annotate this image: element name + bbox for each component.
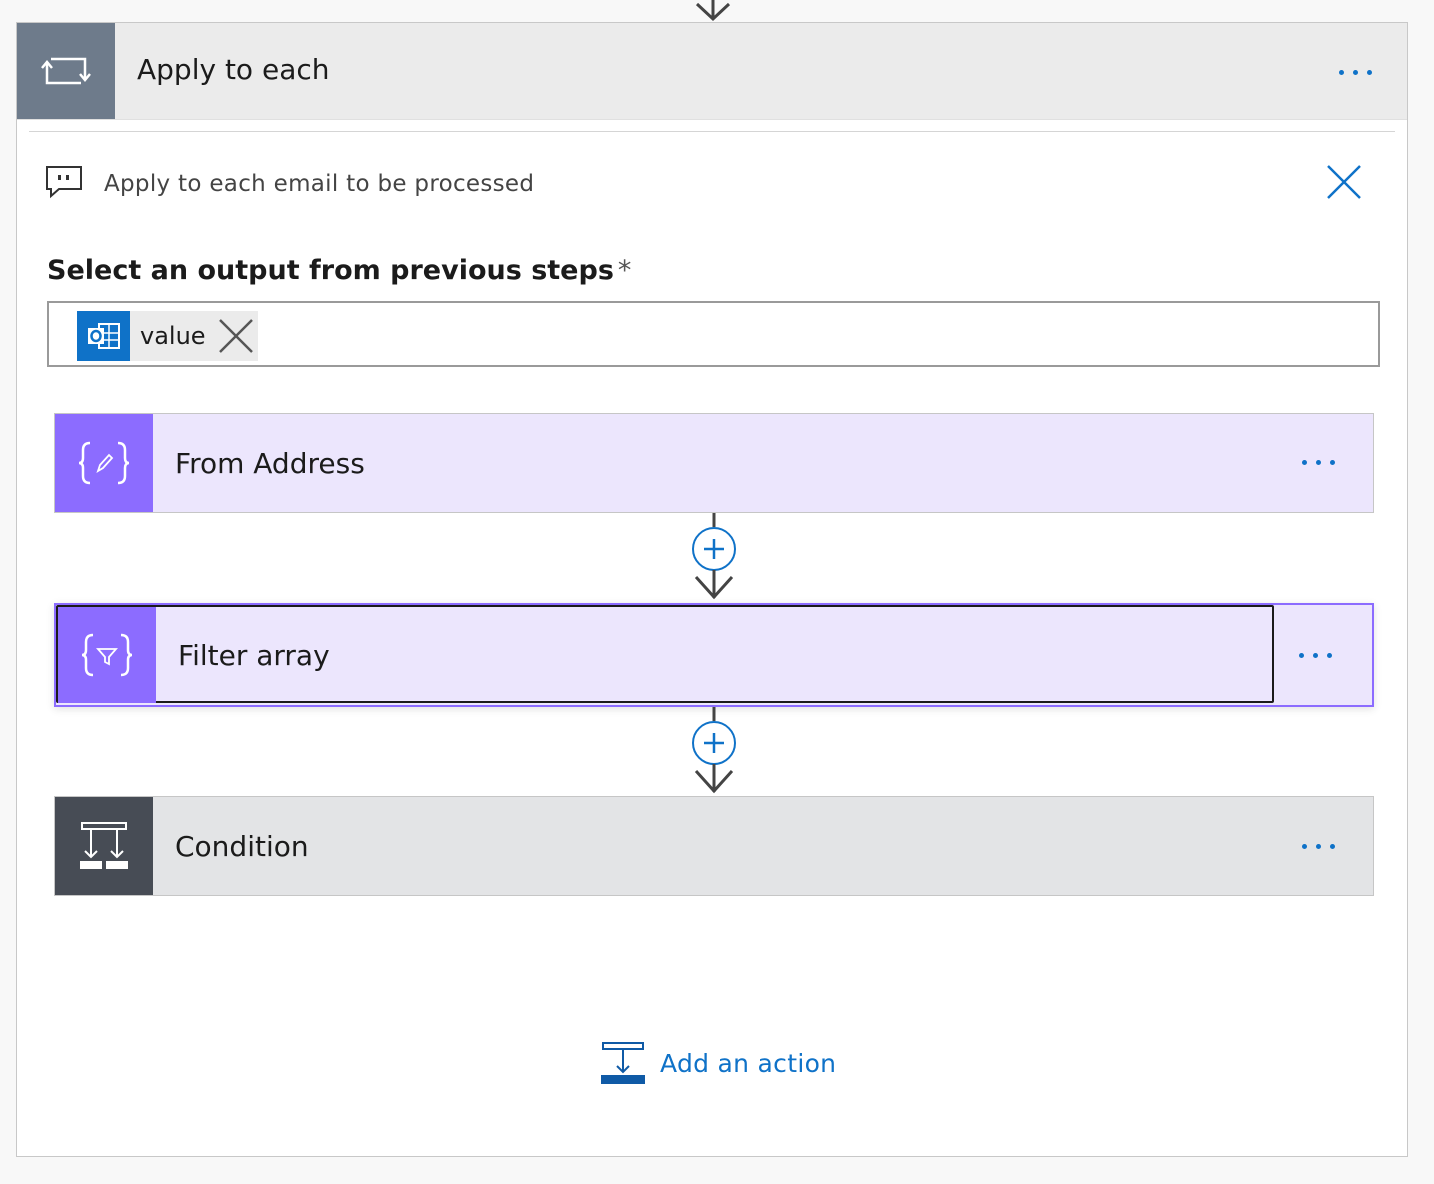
from-address-more-options-button[interactable] [1302, 460, 1335, 465]
add-action-label: Add an action [660, 1048, 837, 1078]
filter-icon [81, 633, 133, 677]
dot-icon [1327, 653, 1332, 658]
action-card-filter-array[interactable]: Filter array [54, 603, 1374, 707]
value-token[interactable]: value [77, 311, 258, 361]
dot-icon [1302, 844, 1307, 849]
condition-more-options-button[interactable] [1302, 844, 1335, 849]
action-card-from-address[interactable]: From Address [54, 413, 1374, 513]
filter-array-more-options-button[interactable] [1299, 653, 1332, 658]
dot-icon [1299, 653, 1304, 658]
add-an-action-button[interactable]: Add an action [600, 1038, 836, 1088]
close-comment-icon[interactable] [1325, 163, 1363, 201]
incoming-arrow-icon [695, 0, 731, 22]
insert-step-plus-icon[interactable] [692, 527, 736, 571]
output-field-label: Select an output from previous steps * [47, 255, 631, 286]
action-title: Condition [175, 830, 309, 863]
apply-to-each-card: Apply to each Apply to each email to be … [16, 22, 1408, 1157]
token-label: value [140, 322, 206, 350]
dot-icon [1313, 653, 1318, 658]
remove-token-icon[interactable] [218, 318, 254, 354]
dot-icon [1353, 70, 1358, 75]
loop-icon [41, 57, 91, 85]
insert-step-connector [692, 513, 736, 600]
dot-icon [1316, 844, 1321, 849]
compose-icon [78, 441, 130, 485]
header-divider [29, 131, 1395, 132]
output-field-input[interactable]: value [47, 301, 1380, 367]
condition-icon-box [55, 797, 153, 895]
filter-icon-box [58, 607, 156, 703]
loop-more-options-button[interactable] [1339, 70, 1372, 75]
dot-icon [1302, 460, 1307, 465]
action-title: From Address [175, 447, 365, 480]
action-title: Filter array [178, 639, 330, 672]
output-field-label-text: Select an output from previous steps [47, 255, 614, 286]
insert-step-connector [692, 707, 736, 794]
compose-icon-box [55, 414, 153, 512]
dot-icon [1367, 70, 1372, 75]
insert-step-plus-icon[interactable] [692, 721, 736, 765]
dot-icon [1330, 844, 1335, 849]
outlook-icon [77, 311, 130, 361]
dot-icon [1330, 460, 1335, 465]
condition-icon [80, 822, 128, 869]
required-mark: * [617, 255, 632, 286]
dot-icon [1339, 70, 1344, 75]
apply-to-each-header[interactable]: Apply to each [17, 23, 1407, 120]
comment-row: Apply to each email to be processed [45, 163, 1375, 203]
add-action-icon [601, 1042, 645, 1084]
loop-icon-box [17, 23, 115, 119]
loop-title: Apply to each [137, 53, 330, 86]
action-card-condition[interactable]: Condition [54, 796, 1374, 896]
dot-icon [1316, 460, 1321, 465]
comment-text[interactable]: Apply to each email to be processed [104, 171, 534, 197]
comment-icon [46, 166, 82, 199]
